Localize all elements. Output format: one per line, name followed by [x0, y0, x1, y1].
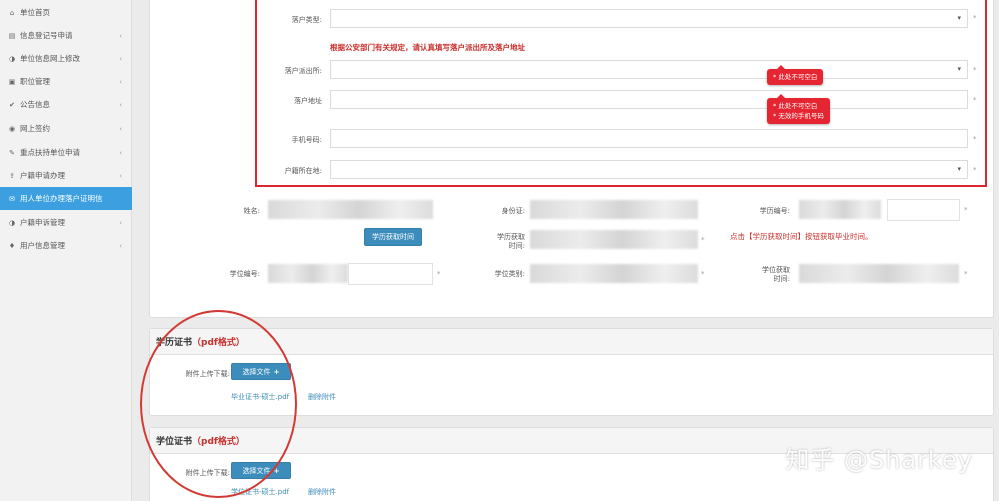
degree-delete-link[interactable]: 删除附件: [308, 487, 336, 497]
sidebar-item[interactable]: ⇪ 户籍申请办理 ‹: [0, 164, 132, 187]
required-mark: *: [973, 96, 977, 104]
watermark: 知乎 @Sharkey: [785, 446, 973, 474]
degree-no-input[interactable]: [348, 263, 433, 285]
police-station-select[interactable]: [330, 60, 968, 79]
tooltip-text: * 此处不可空白: [773, 102, 818, 110]
upload-icon: ⇪: [9, 171, 15, 180]
id-card-value-redacted: [530, 200, 698, 219]
pin-icon: ✎: [9, 148, 15, 157]
settle-type-select[interactable]: [330, 9, 968, 28]
sidebar-item-label: 单位信息网上修改: [20, 54, 80, 63]
edu-no-label: 学历编号:: [759, 207, 790, 215]
get-edu-time-button[interactable]: 学历获取时间: [364, 228, 422, 246]
chevron-left-icon: ‹: [119, 148, 122, 157]
required-mark: *: [437, 270, 441, 278]
envelope-icon: ✉: [9, 194, 15, 203]
required-mark: *: [973, 135, 977, 143]
sidebar-item[interactable]: ⌂ 单位首页: [0, 1, 132, 24]
sidebar-item[interactable]: ✔ 公告信息 ‹: [0, 93, 132, 116]
chevron-left-icon: ‹: [119, 31, 122, 40]
edu-no-input[interactable]: [887, 199, 960, 221]
tooltip-text: * 无效的手机号码: [773, 112, 824, 120]
degree-no-label: 学位编号:: [229, 270, 260, 278]
sidebar-item[interactable]: ◉ 网上签约 ‹: [0, 117, 132, 140]
edu-time-label-line: 时间:: [508, 242, 525, 250]
bell-icon: ♦: [8, 241, 16, 250]
edu-time-label-line: 学历获取: [497, 233, 525, 241]
residence-select[interactable]: [330, 160, 968, 179]
sidebar-item-label: 重点扶持单位申请: [20, 148, 80, 157]
required-mark: *: [964, 270, 968, 278]
sidebar: ⌂ 单位首页 ▤ 信息登记号申请 ‹ ◑ 单位信息网上修改 ‹ ▣ 职位管理 ‹ ✔ 公告信息 ‹ ◉ 网上签…: [0, 0, 132, 501]
file-icon: ▤: [8, 31, 16, 40]
required-mark: *: [973, 14, 977, 22]
police-notice: 根据公安部门有关规定，请认真填写落户派出所及落户地址: [330, 43, 525, 52]
degree-time-label-line: 学位获取: [762, 266, 790, 274]
sidebar-item-label: 信息登记号申请: [20, 31, 73, 40]
settle-address-input[interactable]: [330, 90, 968, 109]
settle-type-label: 落户类型:: [291, 16, 322, 24]
sidebar-item-label: 公告信息: [20, 100, 50, 109]
sidebar-item-label: 户籍申诉管理: [20, 218, 65, 227]
sidebar-item[interactable]: ✉ 用人单位办理落户证明信: [0, 187, 132, 210]
police-station-label: 落户派出所:: [284, 67, 322, 75]
phone-label: 手机号码:: [291, 136, 322, 144]
sidebar-item-label: 职位管理: [20, 77, 50, 86]
home-icon: ⌂: [9, 8, 15, 17]
name-value-redacted: [268, 200, 433, 219]
adjust-icon: ◑: [8, 218, 16, 227]
tooltip-text: * 此处不可空白: [773, 73, 818, 81]
degree-time-label: 学位获取 时间:: [735, 266, 790, 284]
degree-type-label: 学位类别:: [494, 270, 525, 278]
phone-input[interactable]: [330, 129, 968, 148]
sidebar-item[interactable]: ✎ 重点扶持单位申请 ‹: [0, 141, 132, 164]
check-icon: ✔: [9, 100, 15, 109]
chevron-left-icon: ‹: [119, 241, 122, 250]
settle-address-label: 落户地址: [294, 97, 322, 105]
required-mark: *: [701, 236, 705, 244]
sidebar-item[interactable]: ▤ 信息登记号申请 ‹: [0, 24, 132, 47]
required-mark: *: [973, 166, 977, 174]
degree-time-label-line: 时间:: [773, 275, 790, 283]
settlement-form-panel: 落户类型: * 根据公安部门有关规定，请认真填写落户派出所及落户地址 落户派出所…: [149, 0, 994, 318]
sidebar-item[interactable]: ▣ 职位管理 ‹: [0, 70, 132, 93]
edu-time-label: 学历获取 时间:: [470, 233, 525, 251]
id-card-label: 身份证:: [501, 207, 525, 215]
validation-tooltip: * 此处不可空白 * 无效的手机号码: [767, 94, 830, 124]
residence-label: 户籍所在地:: [284, 167, 322, 175]
chevron-left-icon: ‹: [119, 77, 122, 86]
required-mark: *: [964, 206, 968, 214]
edu-delete-link[interactable]: 删除附件: [308, 392, 336, 402]
chevron-left-icon: ‹: [119, 100, 122, 109]
degree-time-value-redacted: [799, 264, 959, 283]
edu-time-value-redacted: [530, 230, 698, 249]
required-mark: *: [973, 66, 977, 74]
sidebar-item-label: 单位首页: [20, 8, 50, 17]
chevron-left-icon: ‹: [119, 171, 122, 180]
chevron-left-icon: ‹: [119, 54, 122, 63]
edu-time-hint: 点击【学历获取时间】按钮获取毕业时间。: [730, 232, 873, 241]
sidebar-item-label: 用人单位办理落户证明信: [20, 194, 103, 203]
sidebar-item-label: 网上签约: [20, 124, 50, 133]
sidebar-item[interactable]: ◑ 户籍申诉管理 ‹: [0, 211, 132, 234]
edu-no-value-redacted: [799, 200, 881, 219]
name-label: 姓名:: [243, 207, 260, 215]
sidebar-item-label: 户籍申请办理: [20, 171, 65, 180]
annotation-circle: [140, 310, 297, 498]
degree-no-value-redacted: [268, 264, 348, 283]
chevron-left-icon: ‹: [119, 218, 122, 227]
sidebar-item[interactable]: ♦ 用户信息管理 ‹: [0, 234, 132, 257]
chevron-left-icon: ‹: [119, 124, 122, 133]
degree-type-value-redacted: [530, 264, 698, 283]
validation-tooltip: * 此处不可空白: [767, 65, 824, 85]
sidebar-item[interactable]: ◑ 单位信息网上修改 ‹: [0, 47, 132, 70]
required-mark: *: [701, 270, 705, 278]
eye-icon: ◉: [8, 124, 16, 133]
briefcase-icon: ▣: [8, 77, 16, 86]
adjust-icon: ◑: [8, 54, 16, 63]
sidebar-item-label: 用户信息管理: [20, 241, 65, 250]
